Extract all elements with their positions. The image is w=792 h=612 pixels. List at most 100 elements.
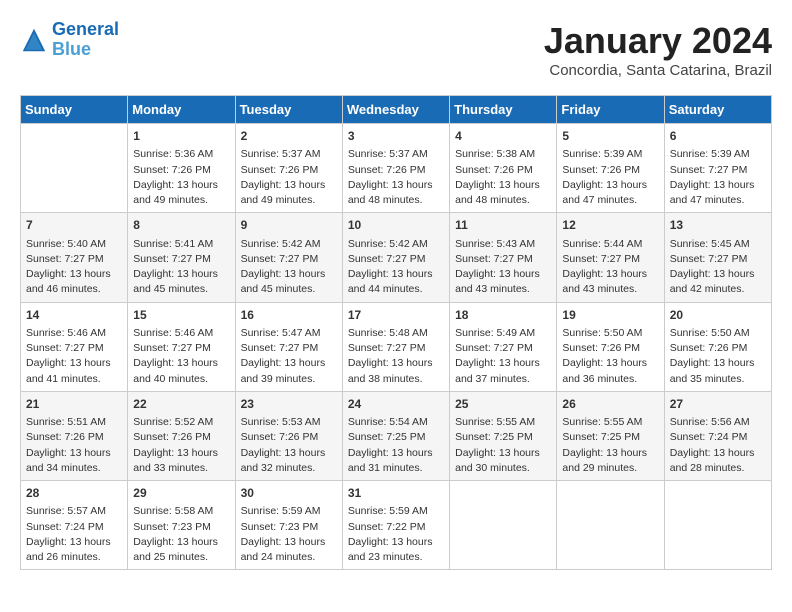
sunrise-text: Sunrise: 5:45 AM [670, 238, 750, 250]
daylight-label: Daylight: 13 hours and 49 minutes. [133, 179, 218, 206]
day-number: 1 [133, 128, 229, 145]
sunrise-text: Sunrise: 5:42 AM [348, 238, 428, 250]
calendar-week-4: 21 Sunrise: 5:51 AM Sunset: 7:26 PM Dayl… [21, 391, 772, 480]
day-header-saturday: Saturday [664, 96, 771, 124]
daylight-label: Daylight: 13 hours and 44 minutes. [348, 268, 433, 295]
sunrise-text: Sunrise: 5:56 AM [670, 416, 750, 428]
sunrise-text: Sunrise: 5:59 AM [241, 505, 321, 517]
sunset-text: Sunset: 7:25 PM [562, 431, 640, 443]
sunset-text: Sunset: 7:27 PM [455, 342, 533, 354]
day-header-monday: Monday [128, 96, 235, 124]
sunset-text: Sunset: 7:27 PM [241, 342, 319, 354]
sunrise-text: Sunrise: 5:59 AM [348, 505, 428, 517]
location-subtitle: Concordia, Santa Catarina, Brazil [544, 62, 772, 79]
day-header-wednesday: Wednesday [342, 96, 449, 124]
calendar-week-3: 14 Sunrise: 5:46 AM Sunset: 7:27 PM Dayl… [21, 302, 772, 391]
daylight-label: Daylight: 13 hours and 36 minutes. [562, 357, 647, 384]
calendar-cell: 13 Sunrise: 5:45 AM Sunset: 7:27 PM Dayl… [664, 213, 771, 302]
sunrise-text: Sunrise: 5:39 AM [562, 148, 642, 160]
sunset-text: Sunset: 7:27 PM [26, 342, 104, 354]
sunset-text: Sunset: 7:26 PM [670, 342, 748, 354]
calendar-cell: 19 Sunrise: 5:50 AM Sunset: 7:26 PM Dayl… [557, 302, 664, 391]
day-header-tuesday: Tuesday [235, 96, 342, 124]
sunrise-text: Sunrise: 5:42 AM [241, 238, 321, 250]
sunset-text: Sunset: 7:26 PM [241, 164, 319, 176]
sunset-text: Sunset: 7:26 PM [562, 164, 640, 176]
calendar-cell [557, 481, 664, 570]
calendar-cell: 26 Sunrise: 5:55 AM Sunset: 7:25 PM Dayl… [557, 391, 664, 480]
day-number: 18 [455, 307, 551, 324]
sunset-text: Sunset: 7:26 PM [241, 431, 319, 443]
day-number: 29 [133, 485, 229, 502]
sunset-text: Sunset: 7:23 PM [133, 521, 211, 533]
sunset-text: Sunset: 7:27 PM [670, 253, 748, 265]
daylight-label: Daylight: 13 hours and 25 minutes. [133, 536, 218, 563]
calendar-cell: 29 Sunrise: 5:58 AM Sunset: 7:23 PM Dayl… [128, 481, 235, 570]
day-number: 25 [455, 396, 551, 413]
page-header: General Blue January 2024 Concordia, San… [20, 20, 772, 79]
calendar-cell: 23 Sunrise: 5:53 AM Sunset: 7:26 PM Dayl… [235, 391, 342, 480]
calendar-cell: 1 Sunrise: 5:36 AM Sunset: 7:26 PM Dayli… [128, 124, 235, 213]
title-block: January 2024 Concordia, Santa Catarina, … [544, 20, 772, 79]
day-number: 16 [241, 307, 337, 324]
day-number: 24 [348, 396, 444, 413]
sunrise-text: Sunrise: 5:46 AM [26, 327, 106, 339]
day-number: 21 [26, 396, 122, 413]
day-number: 15 [133, 307, 229, 324]
sunset-text: Sunset: 7:27 PM [241, 253, 319, 265]
day-number: 26 [562, 396, 658, 413]
calendar-cell [21, 124, 128, 213]
sunset-text: Sunset: 7:27 PM [133, 253, 211, 265]
daylight-label: Daylight: 13 hours and 23 minutes. [348, 536, 433, 563]
daylight-label: Daylight: 13 hours and 45 minutes. [241, 268, 326, 295]
sunset-text: Sunset: 7:27 PM [133, 342, 211, 354]
day-number: 17 [348, 307, 444, 324]
day-header-sunday: Sunday [21, 96, 128, 124]
daylight-label: Daylight: 13 hours and 39 minutes. [241, 357, 326, 384]
sunrise-text: Sunrise: 5:40 AM [26, 238, 106, 250]
sunrise-text: Sunrise: 5:49 AM [455, 327, 535, 339]
calendar-cell: 3 Sunrise: 5:37 AM Sunset: 7:26 PM Dayli… [342, 124, 449, 213]
daylight-label: Daylight: 13 hours and 41 minutes. [26, 357, 111, 384]
month-title: January 2024 [544, 20, 772, 62]
day-number: 28 [26, 485, 122, 502]
daylight-label: Daylight: 13 hours and 28 minutes. [670, 447, 755, 474]
sunrise-text: Sunrise: 5:50 AM [562, 327, 642, 339]
sunset-text: Sunset: 7:24 PM [26, 521, 104, 533]
daylight-label: Daylight: 13 hours and 47 minutes. [562, 179, 647, 206]
sunset-text: Sunset: 7:27 PM [670, 164, 748, 176]
calendar-cell: 30 Sunrise: 5:59 AM Sunset: 7:23 PM Dayl… [235, 481, 342, 570]
sunrise-text: Sunrise: 5:55 AM [562, 416, 642, 428]
sunrise-text: Sunrise: 5:58 AM [133, 505, 213, 517]
day-header-thursday: Thursday [450, 96, 557, 124]
sunset-text: Sunset: 7:27 PM [348, 253, 426, 265]
sunset-text: Sunset: 7:22 PM [348, 521, 426, 533]
day-number: 23 [241, 396, 337, 413]
calendar-cell: 16 Sunrise: 5:47 AM Sunset: 7:27 PM Dayl… [235, 302, 342, 391]
daylight-label: Daylight: 13 hours and 48 minutes. [348, 179, 433, 206]
sunrise-text: Sunrise: 5:41 AM [133, 238, 213, 250]
calendar-cell [450, 481, 557, 570]
calendar-cell: 6 Sunrise: 5:39 AM Sunset: 7:27 PM Dayli… [664, 124, 771, 213]
sunset-text: Sunset: 7:25 PM [455, 431, 533, 443]
sunset-text: Sunset: 7:26 PM [455, 164, 533, 176]
daylight-label: Daylight: 13 hours and 37 minutes. [455, 357, 540, 384]
daylight-label: Daylight: 13 hours and 35 minutes. [670, 357, 755, 384]
sunset-text: Sunset: 7:26 PM [348, 164, 426, 176]
day-number: 20 [670, 307, 766, 324]
sunset-text: Sunset: 7:24 PM [670, 431, 748, 443]
daylight-label: Daylight: 13 hours and 46 minutes. [26, 268, 111, 295]
daylight-label: Daylight: 13 hours and 34 minutes. [26, 447, 111, 474]
calendar-week-2: 7 Sunrise: 5:40 AM Sunset: 7:27 PM Dayli… [21, 213, 772, 302]
daylight-label: Daylight: 13 hours and 33 minutes. [133, 447, 218, 474]
day-number: 4 [455, 128, 551, 145]
calendar-cell: 11 Sunrise: 5:43 AM Sunset: 7:27 PM Dayl… [450, 213, 557, 302]
sunset-text: Sunset: 7:27 PM [562, 253, 640, 265]
sunrise-text: Sunrise: 5:36 AM [133, 148, 213, 160]
sunset-text: Sunset: 7:27 PM [348, 342, 426, 354]
logo-text: General Blue [52, 20, 119, 60]
sunset-text: Sunset: 7:27 PM [26, 253, 104, 265]
calendar-cell: 27 Sunrise: 5:56 AM Sunset: 7:24 PM Dayl… [664, 391, 771, 480]
calendar-cell: 21 Sunrise: 5:51 AM Sunset: 7:26 PM Dayl… [21, 391, 128, 480]
sunset-text: Sunset: 7:26 PM [133, 431, 211, 443]
